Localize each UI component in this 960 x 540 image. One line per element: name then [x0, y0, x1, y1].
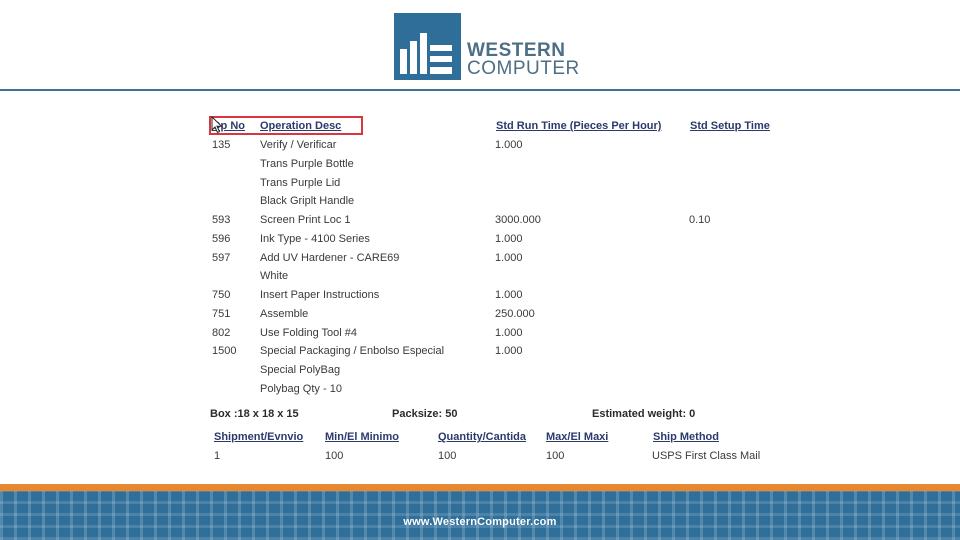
- box-dimensions: Box :18 x 18 x 15: [210, 408, 299, 420]
- op-number: 596: [212, 233, 231, 245]
- op-number: 802: [212, 327, 231, 339]
- min-value: 100: [325, 450, 344, 462]
- op-run-time: 250.000: [495, 308, 535, 320]
- max-header: Max/El Maxi: [546, 431, 609, 443]
- op-setup-time: 0.10: [689, 214, 711, 226]
- op-number: 135: [212, 139, 231, 151]
- op-run-time: 1.000: [495, 252, 523, 264]
- website-url[interactable]: www.WesternComputer.com: [0, 516, 960, 528]
- op-number: 597: [212, 252, 231, 264]
- op-run-time: 3000.000: [495, 214, 541, 226]
- op-run-time: 1.000: [495, 289, 523, 301]
- shipment-header: Shipment/Evnvio: [214, 431, 304, 443]
- min-header: Min/El Minimo: [325, 431, 399, 443]
- max-value: 100: [546, 450, 565, 462]
- op-description: Trans Purple Bottle: [260, 158, 354, 170]
- op-description: Verify / Verificar: [260, 139, 337, 151]
- op-description: Black Griplt Handle: [260, 195, 355, 207]
- op-description: Insert Paper Instructions: [260, 289, 380, 301]
- footer-accent-bar: [0, 484, 960, 491]
- std-setup-time-header: Std Setup Time: [690, 120, 770, 132]
- packsize: Packsize: 50: [392, 408, 458, 420]
- std-run-time-header: Std Run Time (Pieces Per Hour): [496, 120, 662, 132]
- shipment-value: 1: [214, 450, 221, 462]
- quantity-value: 100: [438, 450, 457, 462]
- routing-document: Op No Operation Desc Std Run Time (Piece…: [0, 0, 960, 470]
- mouse-pointer-icon: [211, 115, 223, 134]
- op-run-time: 1.000: [495, 345, 523, 357]
- op-number: 750: [212, 289, 231, 301]
- op-number: 751: [212, 308, 231, 320]
- op-description: Use Folding Tool #4: [260, 327, 358, 339]
- highlight-box: [209, 116, 363, 135]
- op-number: 593: [212, 214, 231, 226]
- op-run-time: 1.000: [495, 139, 523, 151]
- quantity-header: Quantity/Cantida: [438, 431, 527, 443]
- op-description: White: [260, 270, 289, 282]
- op-description: Special PolyBag: [260, 364, 341, 376]
- op-number: 1500: [212, 345, 237, 357]
- op-description: Special Packaging / Enbolso Especial: [260, 345, 445, 357]
- ship-method-value: USPS First Class Mail: [652, 450, 761, 462]
- op-description: Ink Type - 4100 Series: [260, 233, 370, 245]
- op-description: Polybag Qty - 10: [260, 383, 342, 395]
- op-description: Add UV Hardener - CARE69: [260, 252, 400, 264]
- estimated-weight: Estimated weight: 0: [592, 408, 696, 420]
- op-description: Trans Purple Lid: [260, 177, 341, 189]
- op-run-time: 1.000: [495, 327, 523, 339]
- op-description: Assemble: [260, 308, 309, 320]
- op-description: Screen Print Loc 1: [260, 214, 351, 226]
- ship-method-header: Ship Method: [653, 431, 719, 443]
- op-run-time: 1.000: [495, 233, 523, 245]
